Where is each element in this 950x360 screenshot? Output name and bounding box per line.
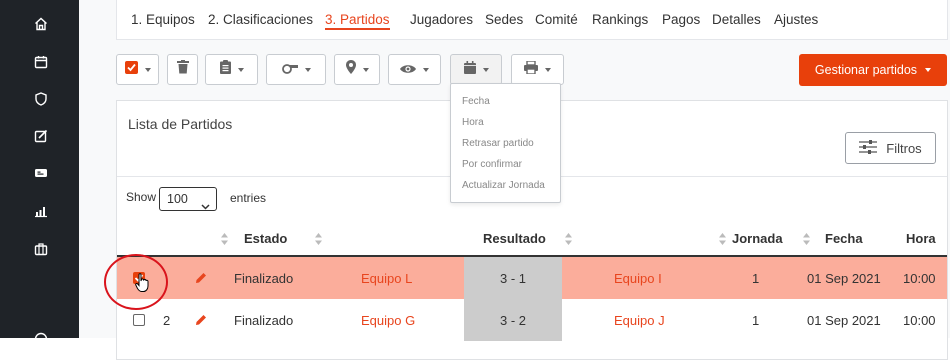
whistle-icon xyxy=(282,61,298,79)
column-header-hora[interactable]: Hora xyxy=(906,231,936,246)
menu-item-retrasar[interactable]: Retrasar partido xyxy=(462,138,534,149)
visibility-dropdown-button[interactable] xyxy=(388,54,441,85)
menu-item-actualizar-jornada[interactable]: Actualizar Jornada xyxy=(462,180,545,191)
sort-icon[interactable] xyxy=(719,232,726,250)
home-icon[interactable] xyxy=(28,11,54,37)
calendar-icon xyxy=(464,61,476,79)
column-header-estado[interactable]: Estado xyxy=(244,231,287,246)
eye-icon xyxy=(400,61,416,79)
show-label: Show xyxy=(126,190,156,204)
jornada-cell: 1 xyxy=(752,313,759,328)
tab-comite[interactable]: Comité xyxy=(535,12,578,27)
hora-cell: 10:00 xyxy=(903,313,936,328)
shield-icon[interactable] xyxy=(28,86,54,112)
ticket-icon[interactable] xyxy=(28,160,54,186)
row-checkbox[interactable] xyxy=(133,314,145,326)
manage-matches-label: Gestionar partidos xyxy=(815,63,917,77)
chevron-down-icon xyxy=(545,68,551,72)
tab-ajustes[interactable]: Ajustes xyxy=(774,12,818,27)
whistle-dropdown-button[interactable] xyxy=(266,54,326,85)
briefcase-icon[interactable] xyxy=(28,236,54,262)
sort-icon[interactable] xyxy=(315,232,322,250)
home-team-link[interactable]: Equipo L xyxy=(361,271,412,286)
select-checkbox-icon xyxy=(125,61,138,79)
chevron-down-icon xyxy=(305,68,311,72)
jornada-cell: 1 xyxy=(752,271,759,286)
print-icon xyxy=(524,61,538,79)
tab-detalles[interactable]: Detalles xyxy=(712,12,761,27)
fecha-cell: 01 Sep 2021 xyxy=(807,271,881,286)
sort-icon[interactable] xyxy=(221,232,228,250)
clipboard-icon xyxy=(220,60,231,79)
main-area: 1. Equipos 2. Clasificaciones 3. Partido… xyxy=(79,0,950,338)
tab-rankings[interactable]: Rankings xyxy=(592,12,648,27)
sort-icon[interactable] xyxy=(803,232,810,250)
entries-select[interactable]: 100 xyxy=(159,187,217,211)
map-pin-icon xyxy=(346,60,356,79)
manage-matches-button[interactable]: Gestionar partidos xyxy=(799,54,947,86)
menu-item-por-confirmar[interactable]: Por confirmar xyxy=(462,159,522,170)
tab-pagos[interactable]: Pagos xyxy=(662,12,700,27)
column-header-fecha[interactable]: Fecha xyxy=(825,231,863,246)
table-row[interactable]: 2 Finalizado Equipo G 3 - 2 Equipo J 1 0… xyxy=(117,299,947,341)
estado-cell: Finalizado xyxy=(234,313,293,328)
edit-icon[interactable] xyxy=(194,313,208,330)
estado-cell: Finalizado xyxy=(234,271,293,286)
fecha-cell: 01 Sep 2021 xyxy=(807,313,881,328)
row-number: 2 xyxy=(163,313,170,328)
away-team-link[interactable]: Equipo J xyxy=(614,313,665,328)
highlight-circle xyxy=(104,254,168,310)
filters-label: Filtros xyxy=(886,141,921,156)
table-row[interactable]: Finalizado Equipo L 3 - 1 Equipo I 1 01 … xyxy=(117,257,947,299)
tab-clasificaciones[interactable]: 2. Clasificaciones xyxy=(208,12,313,27)
venue-dropdown-button[interactable] xyxy=(334,54,380,85)
sidebar xyxy=(0,0,79,338)
print-dropdown-button[interactable] xyxy=(511,54,564,85)
delete-button[interactable] xyxy=(167,54,198,85)
score-cell: 3 - 1 xyxy=(500,271,526,286)
help-icon[interactable] xyxy=(28,326,54,352)
entries-value: 100 xyxy=(167,192,188,206)
chevron-down-icon xyxy=(363,68,369,72)
tab-equipos[interactable]: 1. Equipos xyxy=(131,12,195,27)
clipboard-dropdown-button[interactable] xyxy=(205,54,258,85)
tab-sedes[interactable]: Sedes xyxy=(485,12,523,27)
column-header-resultado[interactable]: Resultado xyxy=(483,231,546,246)
column-header-jornada[interactable]: Jornada xyxy=(732,231,783,246)
chevron-down-icon xyxy=(201,195,210,217)
trash-icon xyxy=(177,60,189,79)
tab-jugadores[interactable]: Jugadores xyxy=(410,12,473,27)
bar-chart-icon[interactable] xyxy=(28,198,54,224)
menu-item-hora[interactable]: Hora xyxy=(462,117,484,128)
tab-partidos[interactable]: 3. Partidos xyxy=(325,12,390,30)
date-dropdown-menu: Fecha Hora Retrasar partido Por confirma… xyxy=(450,83,561,203)
sliders-icon xyxy=(859,140,877,157)
calendar-icon[interactable] xyxy=(28,49,54,75)
score-cell: 3 - 2 xyxy=(500,313,526,328)
tabs-bar: 1. Equipos 2. Clasificaciones 3. Partido… xyxy=(116,0,948,40)
chevron-down-icon xyxy=(925,68,931,72)
away-team-link[interactable]: Equipo I xyxy=(614,271,662,286)
entries-label: entries xyxy=(230,191,266,205)
chevron-down-icon xyxy=(145,68,151,72)
date-dropdown-button[interactable] xyxy=(450,54,502,85)
chevron-down-icon xyxy=(423,68,429,72)
home-team-link[interactable]: Equipo G xyxy=(361,313,415,328)
chevron-down-icon xyxy=(238,68,244,72)
menu-item-fecha[interactable]: Fecha xyxy=(462,96,490,107)
chevron-down-icon xyxy=(483,68,489,72)
hora-cell: 10:00 xyxy=(903,271,936,286)
panel-title: Lista de Partidos xyxy=(128,116,232,132)
sort-icon[interactable] xyxy=(565,232,572,250)
edit-icon[interactable] xyxy=(28,123,54,149)
select-all-dropdown-button[interactable] xyxy=(116,54,159,85)
edit-icon[interactable] xyxy=(194,271,208,288)
filters-button[interactable]: Filtros xyxy=(845,132,936,164)
